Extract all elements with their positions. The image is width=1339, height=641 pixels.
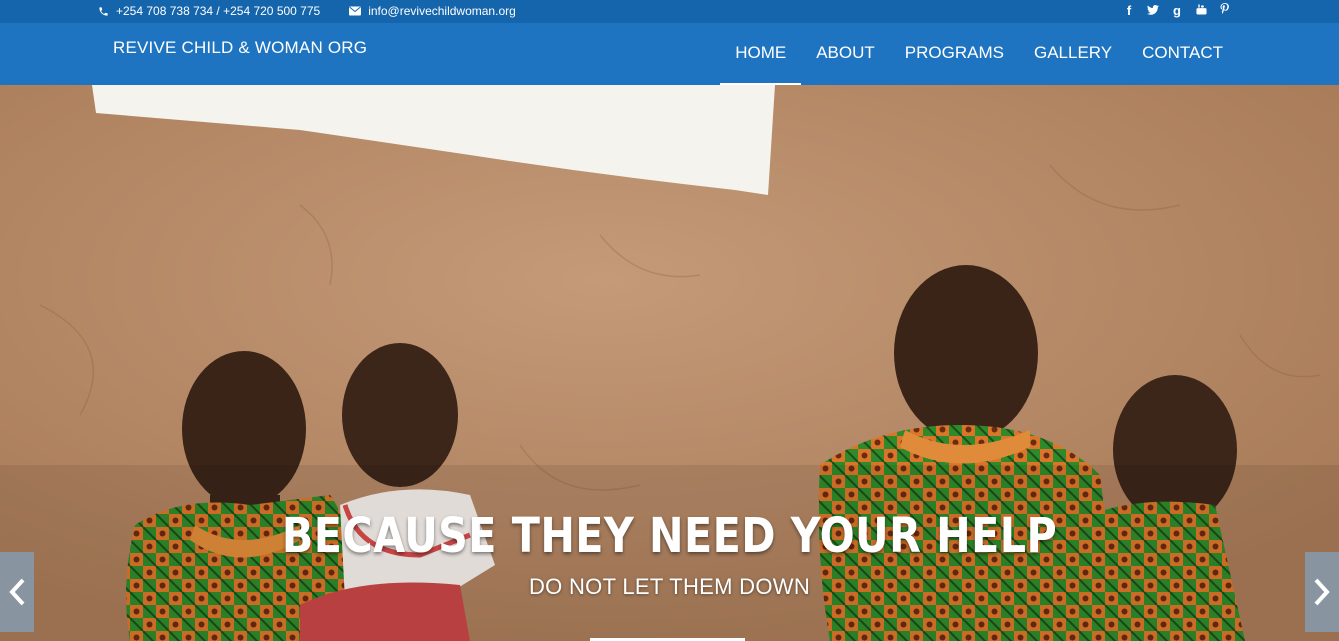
chevron-right-icon xyxy=(1314,578,1330,606)
site-brand[interactable]: REVIVE CHILD & WOMAN ORG xyxy=(113,38,367,58)
email-info: info@revivechildwoman.org xyxy=(348,4,516,18)
nav-contact[interactable]: CONTACT xyxy=(1127,23,1238,85)
top-info-bar: +254 708 738 734 / +254 720 500 775 info… xyxy=(0,0,1339,23)
facebook-icon[interactable]: f xyxy=(1117,3,1141,18)
phone-info: +254 708 738 734 / +254 720 500 775 xyxy=(96,4,320,18)
main-navbar: REVIVE CHILD & WOMAN ORG HOME ABOUT PROG… xyxy=(0,23,1339,85)
email-address[interactable]: info@revivechildwoman.org xyxy=(368,4,516,18)
hero-slider: BECAUSE THEY NEED YOUR HELP DO NOT LET T… xyxy=(0,85,1339,641)
main-menu: HOME ABOUT PROGRAMS GALLERY CONTACT xyxy=(720,23,1238,85)
envelope-icon xyxy=(348,4,362,18)
chevron-left-icon xyxy=(9,578,25,606)
social-links: f g xyxy=(1117,3,1237,18)
slider-prev-button[interactable] xyxy=(0,552,34,632)
google-plus-icon[interactable]: g xyxy=(1165,3,1189,18)
nav-programs[interactable]: PROGRAMS xyxy=(890,23,1019,85)
phone-number[interactable]: +254 708 738 734 / +254 720 500 775 xyxy=(116,4,320,18)
hero-subline: DO NOT LET THEM DOWN xyxy=(528,574,811,599)
nav-home[interactable]: HOME xyxy=(720,23,802,85)
pinterest-icon[interactable] xyxy=(1213,3,1237,18)
nav-gallery[interactable]: GALLERY xyxy=(1019,23,1127,85)
hero-headline: BECAUSE THEY NEED YOUR HELP xyxy=(281,508,1058,564)
phone-icon xyxy=(96,4,110,18)
youtube-icon[interactable] xyxy=(1189,3,1213,18)
twitter-icon[interactable] xyxy=(1141,3,1165,18)
contact-info: +254 708 738 734 / +254 720 500 775 info… xyxy=(96,4,544,18)
nav-about[interactable]: ABOUT xyxy=(801,23,890,85)
slider-next-button[interactable] xyxy=(1305,552,1339,632)
